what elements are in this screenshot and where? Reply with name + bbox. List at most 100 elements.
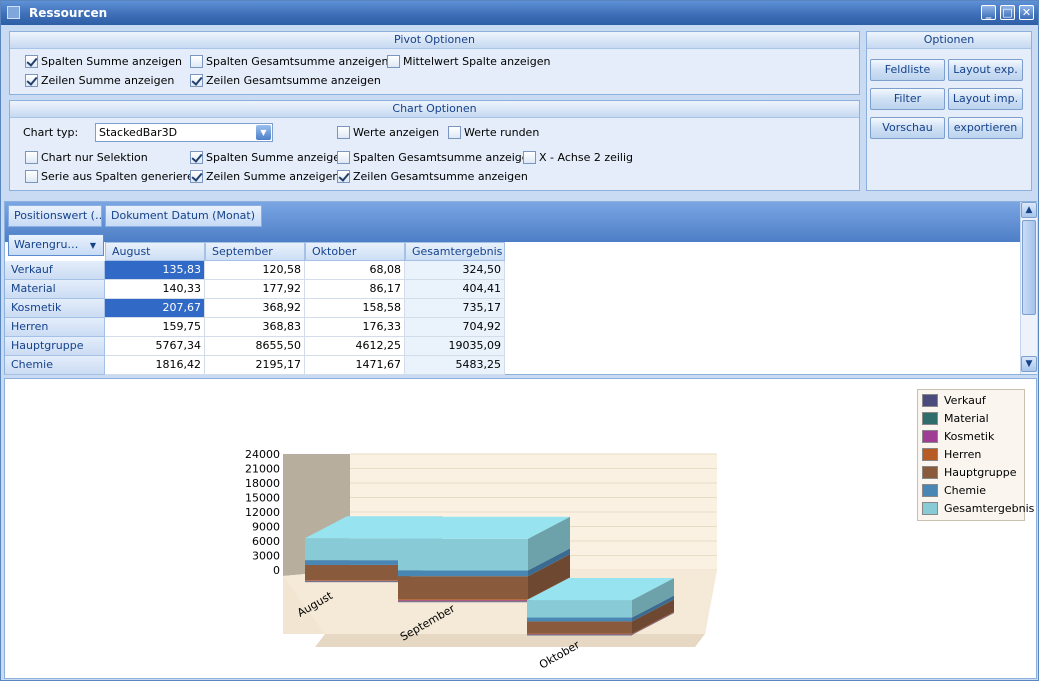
minimize-button[interactable]: _ (981, 5, 996, 20)
checkbox-spalten-summe[interactable]: Spalten Summe anzeigen (25, 55, 182, 68)
column-header-gesamtergebnis[interactable]: Gesamtergebnis (405, 242, 505, 261)
checkbox-box[interactable] (25, 55, 38, 68)
y-tick-label: 9000 (252, 521, 280, 534)
checkbox-box[interactable] (387, 55, 400, 68)
checkbox-box[interactable] (337, 170, 350, 183)
cell[interactable]: 19035,09 (405, 337, 505, 356)
cell[interactable]: 704,92 (405, 318, 505, 337)
chart-options-header: Chart Optionen (10, 101, 859, 118)
cell[interactable]: 177,92 (205, 280, 305, 299)
checkbox-werte-runden[interactable]: Werte runden (448, 126, 539, 139)
cell[interactable]: 140,33 (105, 280, 205, 299)
row-header-kosmetik[interactable]: Kosmetik (5, 299, 105, 318)
checkbox-chart-nur-selektion[interactable]: Chart nur Selektion (25, 151, 148, 164)
cell[interactable]: 158,58 (305, 299, 405, 318)
cell[interactable]: 68,08 (305, 261, 405, 280)
checkbox-spalten-gesamtsumme[interactable]: Spalten Gesamtsumme anzeigen (190, 55, 389, 68)
cell[interactable]: 368,92 (205, 299, 305, 318)
checkbox-label: X - Achse 2 zeilig (539, 151, 634, 164)
bar-segment (305, 538, 400, 561)
scroll-down-button[interactable]: ▼ (1021, 356, 1037, 372)
y-tick-label: 24000 (245, 448, 280, 461)
cell[interactable]: 4612,25 (305, 337, 405, 356)
exportieren-button[interactable]: exportieren (948, 117, 1023, 139)
feldliste-button[interactable]: Feldliste (870, 59, 945, 81)
cell[interactable]: 324,50 (405, 261, 505, 280)
legend-swatch (922, 448, 938, 461)
row-field-button[interactable]: Warengru… ▼ (8, 234, 104, 256)
bar-segment (398, 538, 528, 571)
column-header-oktober[interactable]: Oktober (305, 242, 405, 261)
close-button[interactable]: ✕ (1019, 5, 1034, 20)
checkbox-box[interactable] (190, 74, 203, 87)
checkbox-serie-aus-spalten[interactable]: Serie aus Spalten generieren (25, 170, 201, 183)
cell[interactable]: 5483,25 (405, 356, 505, 375)
cell[interactable]: 1471,67 (305, 356, 405, 375)
checkbox-zeilen-summe[interactable]: Zeilen Summe anzeigen (25, 74, 174, 87)
checkbox-chart-spalten-summe[interactable]: Spalten Summe anzeigen (190, 151, 347, 164)
pivot-grid[interactable]: Positionswert (… Dokument Datum (Monat) … (4, 201, 1037, 375)
cell[interactable]: 86,17 (305, 280, 405, 299)
cell[interactable]: 176,33 (305, 318, 405, 337)
cell[interactable]: 368,83 (205, 318, 305, 337)
cell[interactable]: 8655,50 (205, 337, 305, 356)
checkbox-chart-spalten-gesamtsumme[interactable]: Spalten Gesamtsumme anzeigen (337, 151, 536, 164)
y-tick-label: 15000 (245, 492, 280, 505)
checkbox-box[interactable] (190, 55, 203, 68)
checkbox-chart-zeilen-gesamtsumme[interactable]: Zeilen Gesamtsumme anzeigen (337, 170, 528, 183)
checkbox-box[interactable] (25, 151, 38, 164)
column-field-button[interactable]: Dokument Datum (Monat) ▲ (105, 205, 262, 227)
scroll-up-button[interactable]: ▲ (1021, 202, 1037, 218)
checkbox-x-achse-2-zeilig[interactable]: X - Achse 2 zeilig (523, 151, 633, 164)
cell[interactable]: 135,83 (105, 261, 205, 280)
vertical-scrollbar[interactable]: ▲ ▼ (1020, 202, 1037, 374)
filter-button[interactable]: Filter (870, 88, 945, 110)
checkbox-label: Zeilen Summe anzeigen (41, 74, 175, 87)
checkbox-box[interactable] (25, 74, 38, 87)
cell[interactable]: 207,67 (105, 299, 205, 318)
vorschau-button[interactable]: Vorschau (870, 117, 945, 139)
checkbox-box[interactable] (190, 170, 203, 183)
cell[interactable]: 5767,34 (105, 337, 205, 356)
checkbox-box[interactable] (337, 126, 350, 139)
cell[interactable]: 1816,42 (105, 356, 205, 375)
checkbox-zeilen-gesamtsumme[interactable]: Zeilen Gesamtsumme anzeigen (190, 74, 381, 87)
checkbox-box[interactable] (523, 151, 536, 164)
row-header-hauptgruppe[interactable]: Hauptgruppe (5, 337, 105, 356)
row-header-material[interactable]: Material (5, 280, 105, 299)
checkbox-box[interactable] (448, 126, 461, 139)
scrollbar-thumb[interactable] (1022, 220, 1036, 315)
cell[interactable]: 159,75 (105, 318, 205, 337)
row-header-chemie[interactable]: Chemie (5, 356, 105, 375)
cell[interactable]: 120,58 (205, 261, 305, 280)
y-tick-label: 21000 (245, 463, 280, 476)
checkbox-werte-anzeigen[interactable]: Werte anzeigen (337, 126, 439, 139)
cell[interactable]: 735,17 (405, 299, 505, 318)
app-icon (7, 6, 20, 19)
column-header-september[interactable]: September (205, 242, 305, 261)
chart-type-value: StackedBar3D (99, 126, 178, 139)
checkbox-mittelwert-spalte[interactable]: Mittelwert Spalte anzeigen (387, 55, 550, 68)
layout-import-button[interactable]: Layout imp. (948, 88, 1023, 110)
row-header-herren[interactable]: Herren (5, 318, 105, 337)
checkbox-label: Zeilen Gesamtsumme anzeigen (206, 74, 381, 87)
filter-field-button[interactable]: Positionswert (… (8, 205, 102, 227)
row-header-verkauf[interactable]: Verkauf (5, 261, 105, 280)
cell[interactable]: 2195,17 (205, 356, 305, 375)
checkbox-box[interactable] (190, 151, 203, 164)
checkbox-label: Werte anzeigen (353, 126, 440, 139)
window: Ressourcen _ □ ✕ Pivot Optionen Spalten … (0, 0, 1039, 681)
title-bar[interactable]: Ressourcen _ □ ✕ (1, 1, 1038, 25)
checkbox-label: Chart nur Selektion (41, 151, 148, 164)
chevron-down-icon[interactable]: ▼ (256, 125, 271, 140)
checkbox-box[interactable] (337, 151, 350, 164)
checkbox-box[interactable] (25, 170, 38, 183)
layout-export-button[interactable]: Layout exp. (948, 59, 1023, 81)
chart-type-select[interactable]: StackedBar3D ▼ (95, 123, 273, 142)
checkbox-label: Zeilen Gesamtsumme anzeigen (353, 170, 528, 183)
y-tick-label: 18000 (245, 477, 280, 490)
column-header-august[interactable]: August (105, 242, 205, 261)
maximize-button[interactable]: □ (1000, 5, 1015, 20)
cell[interactable]: 404,41 (405, 280, 505, 299)
checkbox-chart-zeilen-summe[interactable]: Zeilen Summe anzeigen (190, 170, 339, 183)
